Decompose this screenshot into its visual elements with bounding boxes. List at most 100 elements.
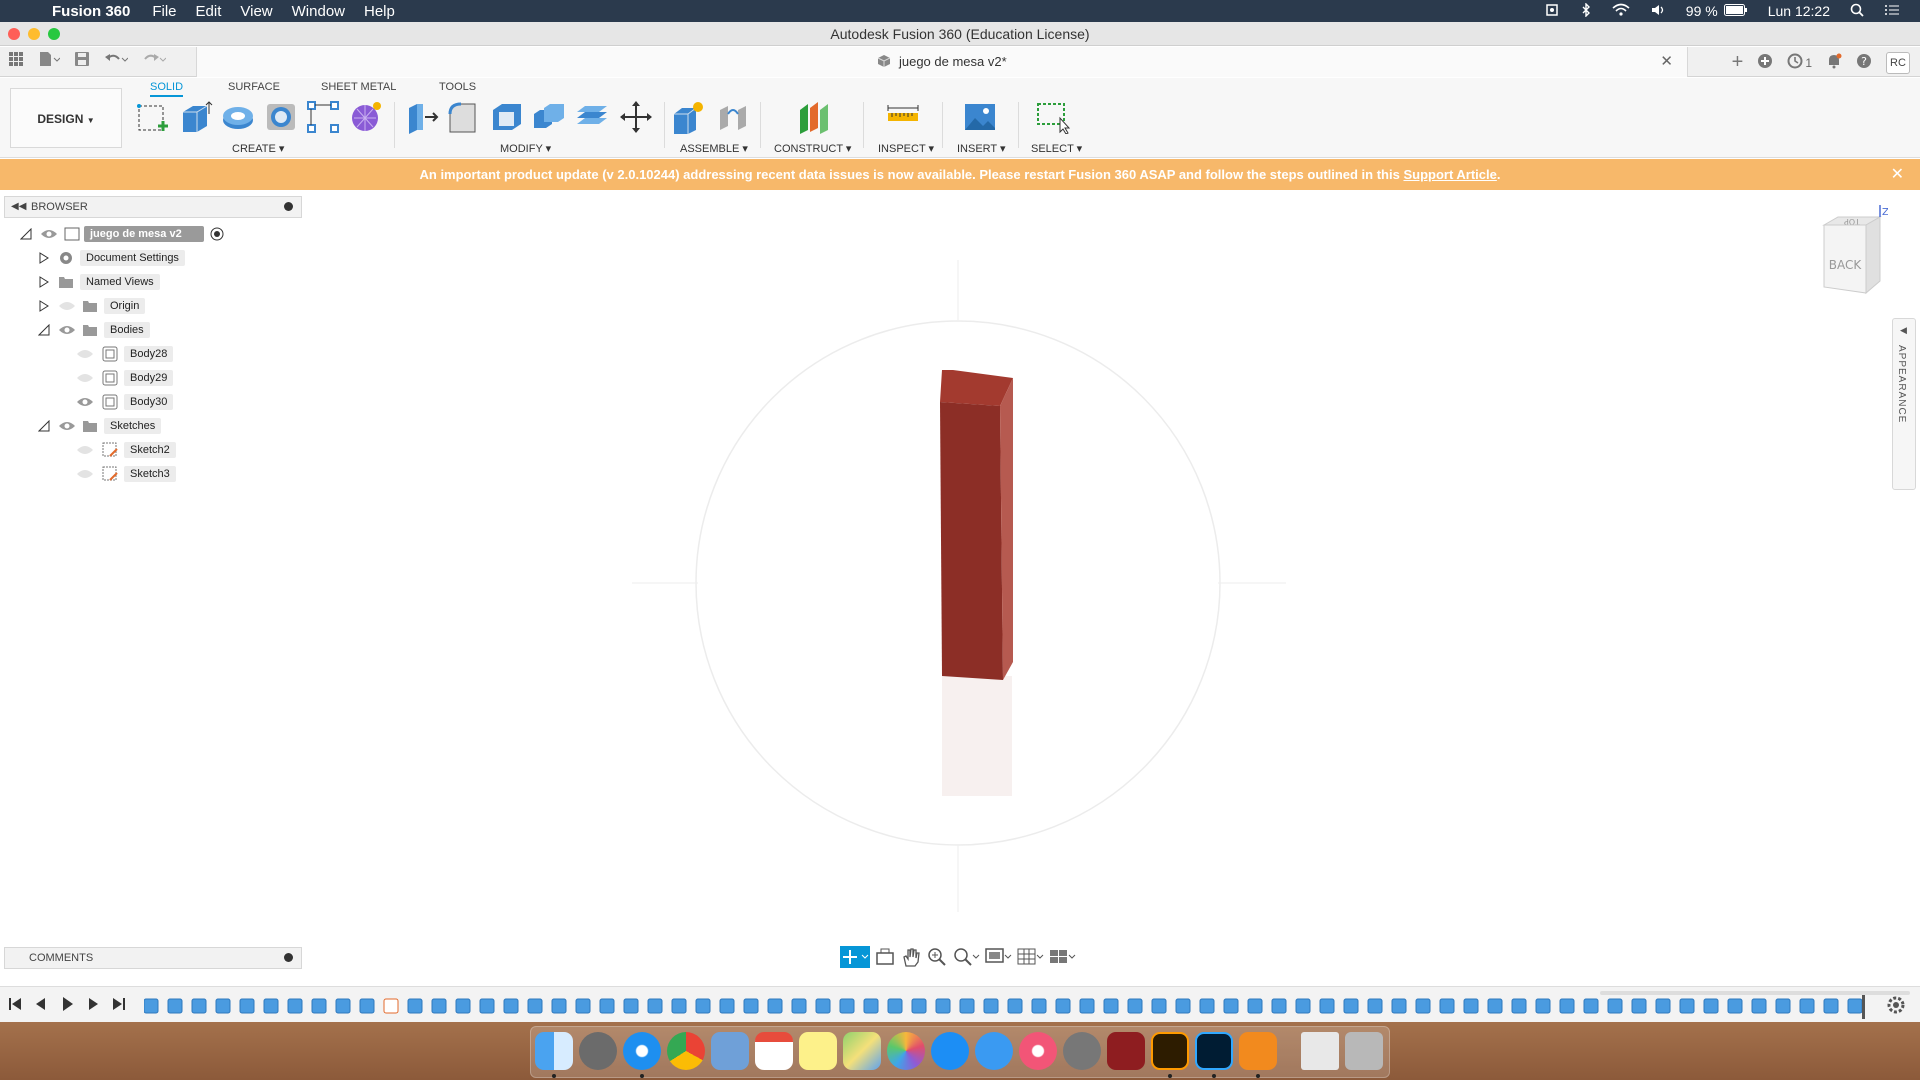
- timeline-feature[interactable]: [1007, 998, 1023, 1014]
- trash-icon[interactable]: [1345, 1032, 1383, 1070]
- timeline-feature[interactable]: [671, 998, 687, 1014]
- fusion360-icon[interactable]: [1239, 1032, 1277, 1070]
- zoom-icon[interactable]: [926, 946, 948, 968]
- view-cube[interactable]: TOP BACK Z: [1816, 203, 1888, 303]
- chrome-icon[interactable]: [667, 1032, 705, 1070]
- battery-icon[interactable]: [1723, 3, 1748, 19]
- timeline-feature[interactable]: [983, 998, 999, 1014]
- timeline-feature[interactable]: [1631, 998, 1647, 1014]
- redo-icon[interactable]: [142, 51, 167, 72]
- timeline-feature[interactable]: [623, 998, 639, 1014]
- itunes-icon[interactable]: [1019, 1032, 1057, 1070]
- photoshop-icon[interactable]: [1195, 1032, 1233, 1070]
- file-menu-icon[interactable]: [38, 51, 61, 72]
- look-at-icon[interactable]: [874, 946, 896, 968]
- timeline-feature[interactable]: [455, 998, 471, 1014]
- go-to-start-icon[interactable]: [6, 995, 24, 1013]
- press-pull-icon[interactable]: [405, 100, 439, 134]
- menu-help[interactable]: Help: [364, 3, 395, 20]
- tab-surface[interactable]: SURFACE: [228, 81, 280, 93]
- timeline-feature[interactable]: [263, 998, 279, 1014]
- wifi-icon[interactable]: [1612, 3, 1630, 20]
- spotlight-search-icon[interactable]: [1850, 3, 1864, 20]
- calendar-icon[interactable]: [755, 1032, 793, 1070]
- volume-icon[interactable]: [1650, 3, 1666, 20]
- appearance-panel-tab[interactable]: ◀ APPEARANCE: [1892, 318, 1916, 490]
- timeline-feature[interactable]: [503, 998, 519, 1014]
- timeline-feature[interactable]: [1487, 998, 1503, 1014]
- timeline-feature[interactable]: [1607, 998, 1623, 1014]
- timeline-feature[interactable]: [311, 998, 327, 1014]
- timeline-feature[interactable]: [767, 998, 783, 1014]
- menu-edit[interactable]: Edit: [196, 3, 222, 20]
- timeline-feature[interactable]: [1655, 998, 1671, 1014]
- timeline-feature[interactable]: [551, 998, 567, 1014]
- display-settings-icon[interactable]: [984, 946, 1012, 968]
- window-select-icon[interactable]: [1036, 100, 1070, 134]
- timeline-feature[interactable]: [1199, 998, 1215, 1014]
- timeline-feature[interactable]: [479, 998, 495, 1014]
- timeline-feature-track[interactable]: [144, 993, 1874, 1019]
- launchpad-icon[interactable]: [579, 1032, 617, 1070]
- timeline-feature[interactable]: [527, 998, 543, 1014]
- new-tab-icon[interactable]: +: [1732, 51, 1744, 74]
- finder-icon[interactable]: [535, 1032, 573, 1070]
- timeline-feature[interactable]: [839, 998, 855, 1014]
- insert-group-label[interactable]: INSERT ▾: [957, 142, 1006, 155]
- system-preferences-icon[interactable]: [1063, 1032, 1101, 1070]
- play-icon[interactable]: [58, 995, 76, 1013]
- menu-app-name[interactable]: Fusion 360: [52, 3, 130, 20]
- menu-file[interactable]: File: [152, 3, 176, 20]
- timeline-feature[interactable]: [1151, 998, 1167, 1014]
- timeline-feature[interactable]: [647, 998, 663, 1014]
- minimize-window-button[interactable]: [28, 28, 40, 40]
- tab-sheet-metal[interactable]: SHEET METAL: [321, 81, 396, 93]
- pan-hand-icon[interactable]: [900, 946, 922, 968]
- create-sketch-icon[interactable]: [136, 100, 170, 134]
- orbit-icon[interactable]: [840, 946, 870, 968]
- status-icon[interactable]: [1544, 3, 1560, 20]
- timeline-feature[interactable]: [1295, 998, 1311, 1014]
- timeline-feature[interactable]: [1775, 998, 1791, 1014]
- step-back-icon[interactable]: [32, 995, 50, 1013]
- step-forward-icon[interactable]: [84, 995, 102, 1013]
- insert-image-icon[interactable]: [963, 100, 997, 134]
- support-article-link[interactable]: Support Article: [1403, 167, 1496, 182]
- combine-icon[interactable]: [532, 100, 566, 134]
- job-status-count[interactable]: 1: [1805, 56, 1812, 70]
- modify-group-label[interactable]: MODIFY ▾: [500, 142, 551, 155]
- viewports-icon[interactable]: [1048, 946, 1076, 968]
- tab-solid[interactable]: SOLID: [150, 81, 184, 97]
- battery-percent[interactable]: 99 %: [1686, 3, 1718, 19]
- offset-plane-icon[interactable]: [796, 100, 830, 134]
- create-group-label[interactable]: CREATE ▾: [232, 142, 284, 155]
- workspace-switcher[interactable]: DESIGN ▼: [10, 88, 122, 148]
- job-status-icon[interactable]: [1787, 53, 1803, 72]
- timeline-scrollbar[interactable]: [1600, 991, 1910, 995]
- timeline-feature[interactable]: [335, 998, 351, 1014]
- timeline-feature[interactable]: [1727, 998, 1743, 1014]
- timeline-feature[interactable]: [144, 998, 159, 1014]
- timeline-feature[interactable]: [1055, 998, 1071, 1014]
- notifications-bell-icon[interactable]: [1826, 53, 1842, 72]
- timeline-marker[interactable]: [1862, 993, 1865, 1019]
- timeline-feature[interactable]: [695, 998, 711, 1014]
- safari-icon[interactable]: [623, 1032, 661, 1070]
- extrude-icon[interactable]: [179, 100, 213, 134]
- timeline-feature[interactable]: [191, 998, 207, 1014]
- close-tab-icon[interactable]: ✕: [1660, 47, 1673, 77]
- measure-icon[interactable]: [886, 100, 920, 134]
- timeline-feature[interactable]: [1463, 998, 1479, 1014]
- timeline-feature[interactable]: [1079, 998, 1095, 1014]
- timeline-feature[interactable]: [1799, 998, 1815, 1014]
- offset-face-icon[interactable]: [575, 100, 609, 134]
- timeline-feature[interactable]: [1127, 998, 1143, 1014]
- illustrator-icon[interactable]: [1151, 1032, 1189, 1070]
- timeline-feature[interactable]: [1415, 998, 1431, 1014]
- timeline-feature[interactable]: [1271, 998, 1287, 1014]
- timeline-feature[interactable]: [935, 998, 951, 1014]
- timeline-feature[interactable]: [1751, 998, 1767, 1014]
- close-window-button[interactable]: [8, 28, 20, 40]
- timeline-feature[interactable]: [287, 998, 303, 1014]
- tab-tools[interactable]: TOOLS: [439, 81, 476, 93]
